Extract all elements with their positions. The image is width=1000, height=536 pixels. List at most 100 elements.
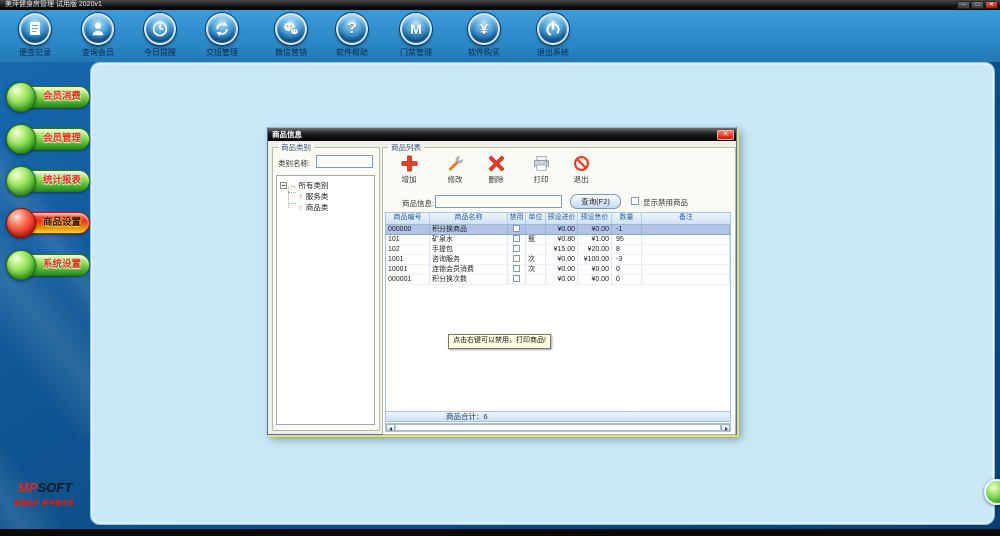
- cell-price: ¥1.00: [578, 235, 612, 245]
- toolbar-item-wechat-marketing[interactable]: 微信营销: [267, 13, 315, 58]
- tree-item-product-category[interactable]: ↑商品类: [277, 202, 374, 213]
- print-icon: [522, 153, 560, 172]
- exit-button[interactable]: 退出: [562, 153, 600, 185]
- sidebar-item-stats-report[interactable]: 统计报表: [6, 166, 90, 196]
- main-toolbar: 便签记录 查询会员 今日提醒 交班管理 微信营销: [0, 10, 1000, 62]
- shift-refresh-icon: [206, 13, 238, 45]
- table-row[interactable]: 102手提包¥15.00¥20.008: [386, 245, 730, 255]
- tree-item-service-category[interactable]: ↑服务类: [277, 191, 374, 202]
- disable-checkbox[interactable]: [513, 245, 520, 252]
- red-arrow-icon: →: [289, 181, 297, 190]
- table-row[interactable]: 000000积分换商品¥0.00¥0.00-1: [386, 225, 730, 235]
- table-row[interactable]: 101矿泉水瓶¥0.80¥1.0095: [386, 235, 730, 245]
- cell-name: 手提包: [430, 245, 508, 255]
- cell-id: 1001: [386, 255, 430, 265]
- cell-name: 连锁会员消费: [430, 265, 508, 275]
- cell-cb[interactable]: [508, 235, 526, 245]
- toolbar-item-shift-manage[interactable]: 交班管理: [198, 13, 246, 58]
- cell-cost: ¥0.00: [546, 225, 578, 235]
- cell-name: 咨询服务: [430, 255, 508, 265]
- right-click-tooltip: 点击右键可以禁用，打印商品!: [448, 334, 551, 349]
- disable-checkbox[interactable]: [513, 265, 520, 272]
- status-bar: 商品合计：6: [385, 411, 731, 422]
- door-m-icon: M: [400, 13, 432, 45]
- toolbar-item-access-control[interactable]: M 门禁管理: [392, 13, 440, 58]
- category-panel-title: 商品类别: [278, 143, 314, 152]
- tree-item-all-categories[interactable]: →所有类别: [277, 180, 374, 191]
- product-table: 商品编号 商品名称 禁用 单位 预设进价 预设售价 数量 备注 000000积分…: [385, 212, 731, 414]
- toolbar-item-exit[interactable]: 退出系统: [529, 13, 577, 58]
- table-row[interactable]: 000001积分换次数¥0.00¥0.000: [386, 275, 730, 285]
- cell-cb[interactable]: [508, 265, 526, 275]
- disable-checkbox[interactable]: [513, 275, 520, 282]
- scroll-left-arrow[interactable]: [386, 424, 395, 431]
- cell-price: ¥0.00: [578, 265, 612, 275]
- show-disabled-label: 显示禁用商品: [643, 197, 688, 208]
- note-icon: [19, 13, 51, 45]
- sidebar-item-member-consume[interactable]: 会员消费: [6, 82, 90, 112]
- minimize-button[interactable]: ─: [957, 1, 970, 9]
- sidebar-item-system-settings[interactable]: 系统设置: [6, 250, 90, 280]
- cell-id: 10001: [386, 265, 430, 275]
- help-icon: ?: [336, 13, 368, 45]
- tree-collapse-icon[interactable]: [280, 182, 287, 189]
- cell-cb[interactable]: [508, 275, 526, 285]
- toolbar-item-notes[interactable]: 便签记录: [11, 13, 59, 58]
- mpsoft-logo: MPSOFT: [18, 480, 72, 495]
- logo-slogan: 管理软件 美萍是专家: [14, 497, 74, 507]
- table-row[interactable]: 1001咨询服务次¥0.00¥100.00-3: [386, 255, 730, 265]
- scroll-thumb[interactable]: [395, 424, 721, 431]
- cell-note: [642, 225, 730, 235]
- dialog-close-button[interactable]: ✕: [717, 130, 734, 140]
- toolbar-item-member-query[interactable]: 查询会员: [74, 13, 122, 58]
- disable-checkbox[interactable]: [513, 235, 520, 242]
- cell-cb[interactable]: [508, 245, 526, 255]
- maximize-button[interactable]: □: [971, 1, 984, 9]
- col-header-name[interactable]: 商品名称: [430, 213, 508, 224]
- disable-checkbox[interactable]: [513, 255, 520, 262]
- toolbar-label: 交班管理: [198, 47, 246, 58]
- delete-button[interactable]: 删除: [477, 153, 515, 185]
- cell-note: [642, 265, 730, 275]
- cell-unit: [526, 275, 546, 285]
- print-button[interactable]: 打印: [522, 153, 560, 185]
- cell-unit: [526, 225, 546, 235]
- disable-checkbox[interactable]: [513, 225, 520, 232]
- wechat-icon: [275, 13, 307, 45]
- toolbar-label: 软件购买: [460, 47, 508, 58]
- close-button[interactable]: ✕: [985, 1, 998, 9]
- cell-price: ¥100.00: [578, 255, 612, 265]
- col-header-unit[interactable]: 单位: [526, 213, 546, 224]
- category-name-input[interactable]: [316, 155, 373, 168]
- query-button[interactable]: 查询(F2): [570, 194, 621, 209]
- col-header-cost[interactable]: 预设进价: [546, 213, 578, 224]
- cell-name: 矿泉水: [430, 235, 508, 245]
- dialog-titlebar[interactable]: 商品信息 ✕: [268, 128, 736, 141]
- toolbar-item-purchase[interactable]: ¥ 软件购买: [460, 13, 508, 58]
- toolbar-item-today-reminder[interactable]: 今日提醒: [136, 13, 184, 58]
- sphere-icon: [6, 250, 36, 280]
- cell-unit: 次: [526, 255, 546, 265]
- sidebar-item-product-settings[interactable]: 商品设置: [6, 208, 90, 238]
- col-header-disabled[interactable]: 禁用: [508, 213, 526, 224]
- cell-cb[interactable]: [508, 255, 526, 265]
- modify-button[interactable]: 修改: [436, 153, 474, 185]
- category-panel: 商品类别 类别名称: →所有类别 ↑服务类 ↑商品类: [272, 147, 380, 431]
- cell-cb[interactable]: [508, 225, 526, 235]
- table-row[interactable]: 10001连锁会员消费次¥0.00¥0.000: [386, 265, 730, 275]
- product-list-panel: 商品列表 增加 修改 删除 打印 退出 商品信息:: [382, 147, 736, 435]
- toolbar-item-help[interactable]: ? 软件帮助: [328, 13, 376, 58]
- modify-wrench-icon: [436, 153, 474, 172]
- add-button[interactable]: 增加: [390, 153, 428, 185]
- product-search-input[interactable]: [435, 195, 562, 208]
- sidebar-item-member-manage[interactable]: 会员管理: [6, 124, 90, 154]
- scroll-right-arrow[interactable]: [721, 424, 730, 431]
- horizontal-scrollbar[interactable]: [385, 423, 731, 432]
- col-header-qty[interactable]: 数量: [612, 213, 642, 224]
- show-disabled-checkbox[interactable]: [631, 197, 639, 205]
- window-titlebar[interactable]: 美萍健身房管理 试用版 2020v1 ─ □ ✕: [0, 0, 1000, 10]
- col-header-id[interactable]: 商品编号: [386, 213, 430, 224]
- cell-cost: ¥0.80: [546, 235, 578, 245]
- col-header-price[interactable]: 预设售价: [578, 213, 612, 224]
- col-header-note[interactable]: 备注: [642, 213, 730, 224]
